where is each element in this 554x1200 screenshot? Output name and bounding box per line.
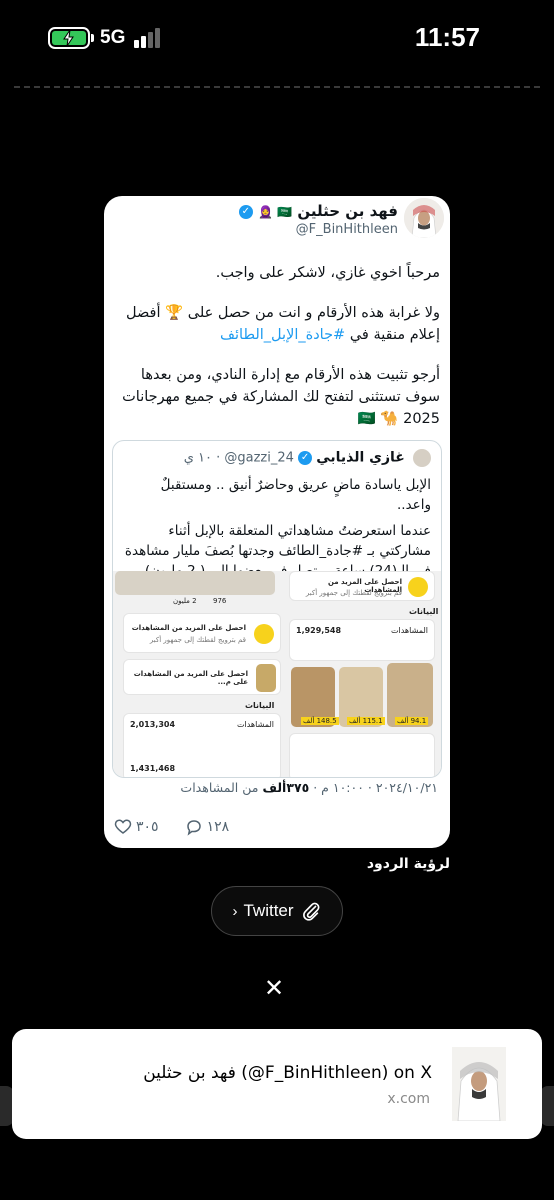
link-preview-title: فهد بن حثلين (@F_BinHithleen) on X <box>143 1063 432 1083</box>
media-panel <box>289 733 435 777</box>
reply-count: ١٢٨ <box>206 819 230 835</box>
signal-icon <box>134 28 164 48</box>
quote-author-name: غازي الذيابي <box>316 449 405 466</box>
media-panel: احصل على المزيد من المشاهدات على م... <box>123 659 281 695</box>
tweet-paragraph: أرجو تثبيت هذه الأرقام مع إدارة النادي، … <box>122 367 440 427</box>
link-preview-host: x.com <box>387 1091 430 1107</box>
heart-icon <box>114 819 132 834</box>
media-panel: 2,013,304 المشاهدات 1,431,468 <box>123 713 281 777</box>
reply-icon <box>186 820 201 836</box>
see-replies-link[interactable]: لرؤية الردود <box>367 856 450 872</box>
twitter-button-label: Twitter <box>243 901 294 920</box>
tweet-paragraph: ولا غرابة هذه الأرقام و انت من حصل على 🏆… <box>125 305 440 343</box>
close-icon[interactable]: ✕ <box>264 974 284 1002</box>
quote-paragraph: الإبل ياسادة ماضٍ عريق وحاضرٌ أنيق .. وم… <box>160 477 431 513</box>
tweet-text: مرحباً اخوي غازي، لاشكر على واجب. ولا غر… <box>118 262 440 448</box>
quote-avatar <box>413 449 431 467</box>
quote-author-handle: @gazzi_24 <box>224 450 294 466</box>
thumbnail-views: 115.1 ألف <box>347 717 385 725</box>
reply-button[interactable]: ١٢٨ <box>185 818 230 836</box>
battery-cap <box>91 34 94 42</box>
author-avatar[interactable] <box>404 198 444 238</box>
link-preview-card[interactable]: فهد بن حثلين (@F_BinHithleen) on X x.com <box>12 1029 542 1139</box>
chevron-right-icon: › <box>232 902 238 920</box>
next-card-edge <box>540 1086 554 1126</box>
link-preview-avatar <box>452 1047 506 1122</box>
tweet-actions: ٣٠٥ ١٢٨ <box>114 818 229 836</box>
status-bar: 5G 11:57 <box>0 0 554 78</box>
author-emoji: 🇸🇦 🧕 <box>258 205 293 219</box>
tweet-card[interactable]: فهد بن حثلين 🇸🇦 🧕 ✓ @F_BinHithleen مرحبا… <box>104 196 450 848</box>
paperclip-icon <box>302 902 320 921</box>
charging-bolt-icon <box>63 29 74 47</box>
quote-time: ١٠ ي <box>183 450 212 466</box>
quote-media[interactable]: 2 مليون 976 احصل على المزيد من المشاهدات… <box>113 571 441 777</box>
verified-badge-icon: ✓ <box>238 204 253 219</box>
clock: 11:57 <box>414 22 480 52</box>
like-count: ٣٠٥ <box>136 819 159 835</box>
tweet-meta: ٢٠٢٤/١٠/٢١ · ١٠:٠٠ م · ٣٧٥ألف من المشاهد… <box>180 780 438 795</box>
divider <box>14 86 540 88</box>
tweet-paragraph: مرحباً اخوي غازي، لاشكر على واجب. <box>215 265 440 281</box>
verified-badge-icon: ✓ <box>298 451 313 465</box>
thumbnail-views: 148.5 ألف <box>301 717 339 725</box>
tweet-date: ٢٠٢٤/١٠/٢١ · ١٠:٠٠ م · <box>309 780 438 795</box>
media-thumbnail <box>115 571 275 595</box>
media-chip: 976 <box>213 597 227 605</box>
media-panel: احصل على المزيد من المشاهدات قم بترويج ل… <box>123 613 281 653</box>
thumbnail-views: 94.1 ألف <box>395 717 429 725</box>
like-button[interactable]: ٣٠٥ <box>114 818 159 836</box>
media-panel: احصل على المزيد من المشاهدات قم بترويج ل… <box>289 571 435 601</box>
author-name[interactable]: فهد بن حثلين 🇸🇦 🧕 ✓ <box>238 202 398 220</box>
hashtag-link[interactable]: #جادة_الإبل_الطائف <box>220 327 345 343</box>
quote-header: غازي الذيابي ✓ @gazzi_24 · ١٠ ي <box>184 449 431 467</box>
quoted-tweet[interactable]: غازي الذيابي ✓ @gazzi_24 · ١٠ ي الإبل يا… <box>112 440 442 778</box>
twitter-link-button[interactable]: › Twitter <box>211 886 343 936</box>
media-chip: 2 مليون <box>173 597 197 605</box>
author-handle[interactable]: @F_BinHithleen <box>239 222 398 237</box>
media-panel: 1,929,548 المشاهدات <box>289 619 435 661</box>
view-count: ٣٧٥ألف <box>262 780 310 795</box>
network-type: 5G <box>100 27 126 48</box>
author-block: فهد بن حثلين 🇸🇦 🧕 ✓ @F_BinHithleen <box>238 202 398 237</box>
